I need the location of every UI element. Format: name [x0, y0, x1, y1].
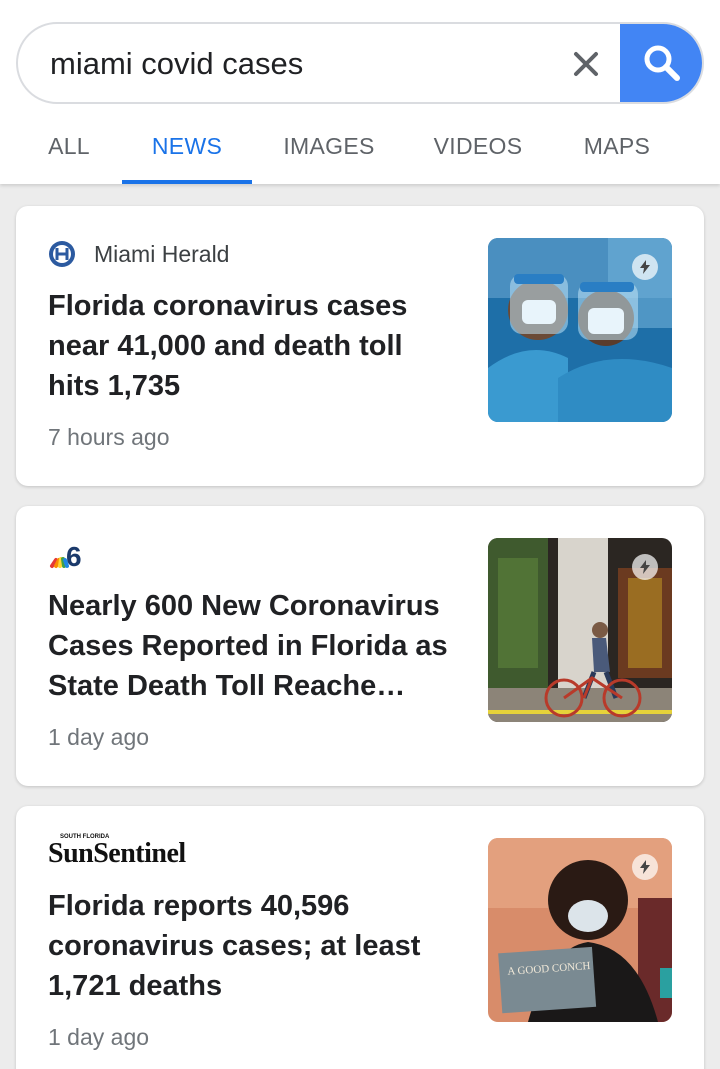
article-thumbnail[interactable]: A GOOD CONCH	[488, 838, 672, 1022]
search-button[interactable]	[620, 24, 702, 102]
headline[interactable]: Florida coronavirus cases near 41,000 an…	[48, 286, 458, 406]
amp-icon	[632, 254, 658, 280]
news-card[interactable]: SOUTH FLORIDA SunSentinel Florida report…	[16, 806, 704, 1069]
tab-maps[interactable]: MAPS	[570, 118, 664, 184]
news-source: SOUTH FLORIDA SunSentinel	[48, 834, 186, 870]
tab-news[interactable]: NEWS	[122, 118, 252, 184]
tab-label: ALL	[48, 133, 90, 159]
headline[interactable]: Florida reports 40,596 coronavirus cases…	[48, 886, 458, 1006]
active-tab-indicator	[122, 180, 252, 184]
tab-label: VIDEOS	[433, 133, 523, 159]
news-card[interactable]: 6 Nearly 600 New Coronavirus Cases Repor…	[16, 506, 704, 786]
timestamp: 1 day ago	[48, 724, 150, 750]
article-thumbnail[interactable]	[488, 538, 672, 722]
source-name: Miami Herald	[94, 240, 230, 267]
amp-icon	[632, 854, 658, 880]
timestamp: 7 hours ago	[48, 424, 170, 450]
tab-all[interactable]: ALL	[30, 118, 108, 184]
search-input[interactable]: miami covid cases	[50, 46, 303, 82]
tab-label: NEWS	[151, 133, 223, 159]
close-icon	[574, 52, 598, 76]
search-box[interactable]: miami covid cases	[16, 22, 704, 104]
miami-herald-logo-icon	[49, 241, 75, 267]
headline[interactable]: Nearly 600 New Coronavirus Cases Reporte…	[48, 586, 458, 706]
clear-search-button[interactable]	[564, 42, 608, 86]
search-icon	[644, 45, 680, 81]
nbc6-logo-icon: 6	[50, 541, 82, 570]
tab-label: MAPS	[583, 133, 651, 159]
news-card[interactable]: Miami Herald Florida coronavirus cases n…	[16, 206, 704, 486]
tab-images[interactable]: IMAGES	[270, 118, 388, 184]
search-tabs: ALL NEWS IMAGES VIDEOS MAPS	[0, 118, 720, 184]
tab-videos[interactable]: VIDEOS	[420, 118, 536, 184]
tab-label: IMAGES	[283, 133, 375, 159]
news-source: 6	[48, 538, 102, 570]
source-name: SunSentinel	[48, 838, 186, 869]
top-bar: miami covid cases ALL NEWS IMAGES VIDEOS	[0, 0, 720, 184]
svg-text:6: 6	[66, 541, 82, 570]
logo-kicker: SOUTH FLORIDA	[60, 834, 110, 840]
timestamp: 1 day ago	[48, 1024, 150, 1050]
news-source: Miami Herald	[48, 238, 229, 270]
article-thumbnail[interactable]	[488, 238, 672, 422]
amp-icon	[632, 554, 658, 580]
sun-sentinel-logo-icon: SOUTH FLORIDA SunSentinel	[48, 834, 186, 870]
